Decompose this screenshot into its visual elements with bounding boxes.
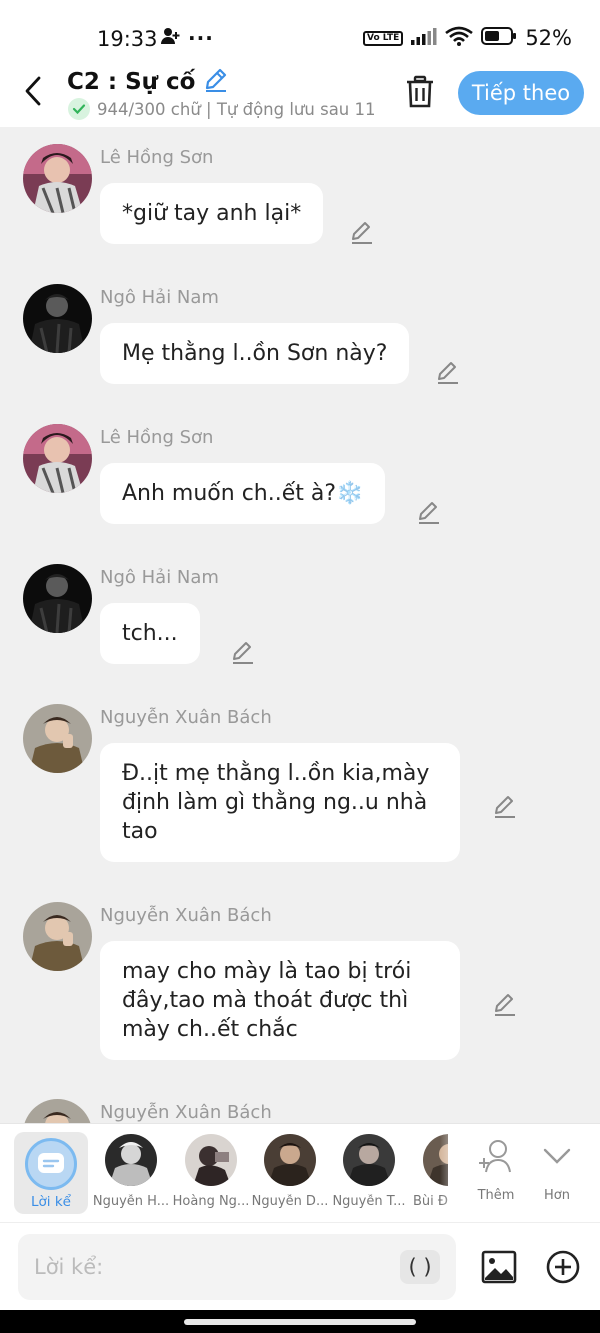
message-bubble[interactable]: Đ..ịt mẹ thằng l..ồn kia,mày định làm gì… <box>100 743 460 862</box>
avatar <box>264 1134 316 1186</box>
signal-icon <box>411 27 437 49</box>
message-bubble[interactable]: *giữ tay anh lại* <box>100 183 324 244</box>
character-item[interactable]: Hoàng Ng... <box>172 1134 250 1209</box>
battery-icon <box>481 27 517 49</box>
narration-icon <box>25 1138 77 1190</box>
avatar[interactable] <box>23 144 92 213</box>
character-name: Nguyễn D... <box>251 1194 329 1209</box>
status-notification-icons: ··· <box>160 26 214 50</box>
sender-name: Ngô Hải Nam <box>100 567 219 588</box>
sender-name: Nguyễn Xuân Bách <box>100 707 272 728</box>
chevron-down-icon <box>543 1148 571 1164</box>
parentheses-button[interactable]: ( ) <box>400 1250 440 1284</box>
composer: Lời kể: ( ) <box>0 1222 600 1310</box>
character-name: Nguyễn H... <box>92 1194 170 1209</box>
avatar[interactable] <box>23 564 92 633</box>
image-icon <box>481 1250 517 1284</box>
more-notifications-icon: ··· <box>188 26 214 50</box>
edit-message-icon[interactable] <box>416 499 442 525</box>
edit-message-icon[interactable] <box>492 991 518 1017</box>
sender-name: Lê Hồng Sơn <box>100 427 214 448</box>
autosave-status: 944/300 chữ | Tự động lưu sau 11 <box>68 98 376 120</box>
sender-name: Ngô Hải Nam <box>100 287 219 308</box>
story-title: C2 : Sự cố <box>67 69 196 95</box>
edit-message-icon[interactable] <box>435 359 461 385</box>
avatar <box>105 1134 157 1186</box>
delete-button[interactable] <box>404 75 436 109</box>
edit-message-icon[interactable] <box>230 639 256 665</box>
add-button[interactable] <box>545 1249 581 1285</box>
narrator-label: Lời kể <box>31 1194 71 1210</box>
character-item[interactable]: Nguyễn D... <box>251 1134 329 1209</box>
avatar[interactable] <box>23 424 92 493</box>
add-character-button[interactable]: Thêm <box>466 1138 526 1203</box>
more-label: Hơn <box>544 1188 570 1203</box>
sender-name: Nguyễn Xuân Bách <box>100 905 272 926</box>
character-name: Hoàng Ng... <box>172 1194 250 1209</box>
story-title-row[interactable]: C2 : Sự cố <box>67 66 229 98</box>
avatar[interactable] <box>23 704 92 773</box>
character-selector: Lời kể Nguyễn H... Hoàng Ng... Nguyễn D.… <box>0 1123 600 1223</box>
plus-circle-icon <box>546 1250 580 1284</box>
check-icon <box>68 98 90 120</box>
avatar <box>343 1134 395 1186</box>
add-person-icon <box>479 1140 511 1173</box>
sender-name: Nguyễn Xuân Bách <box>100 1102 272 1123</box>
system-nav-bar <box>0 1310 600 1333</box>
message-bubble[interactable]: Mẹ thằng l..ồn Sơn này? <box>100 323 410 384</box>
person-add-icon <box>160 26 180 50</box>
character-item[interactable]: Nguyễn T... <box>330 1134 408 1209</box>
message-bubble[interactable]: tch... <box>100 603 200 664</box>
volte-badge: Vo LTE <box>362 30 404 46</box>
next-button[interactable]: Tiếp theo <box>458 71 584 115</box>
character-item[interactable]: Nguyễn H... <box>92 1134 170 1209</box>
wifi-icon <box>445 26 474 50</box>
avatar[interactable] <box>23 284 92 353</box>
message-bubble[interactable]: Anh muốn ch..ết à?❄️ <box>100 463 386 524</box>
battery-percent: 52% <box>525 26 572 50</box>
avatar[interactable] <box>23 902 92 971</box>
status-right: Vo LTE 52% <box>362 26 572 50</box>
header: 19:33 ··· Vo LTE 52% C2 : Sự cố 944/300 … <box>0 0 600 127</box>
add-label: Thêm <box>477 1188 515 1203</box>
sender-name: Lê Hồng Sơn <box>100 147 214 168</box>
narration-input[interactable]: Lời kể: <box>18 1234 456 1300</box>
message-bubble[interactable]: may cho mày là tao bị trói đây,tao mà th… <box>100 941 460 1060</box>
chevron-left-icon <box>25 76 41 106</box>
status-time: 19:33 <box>97 27 158 51</box>
edit-message-icon[interactable] <box>492 793 518 819</box>
back-button[interactable] <box>20 74 50 108</box>
edit-title-icon[interactable] <box>203 66 229 98</box>
home-indicator[interactable] <box>184 1319 416 1325</box>
character-name: Nguyễn T... <box>332 1194 406 1209</box>
autosave-text: 944/300 chữ | Tự động lưu sau 11 <box>97 99 376 119</box>
insert-image-button[interactable] <box>481 1249 517 1285</box>
avatar[interactable] <box>23 1099 92 1123</box>
more-button[interactable]: Hơn <box>527 1138 587 1203</box>
chat-list[interactable]: Lê Hồng Sơn *giữ tay anh lại* Ngô Hải Na… <box>0 127 600 1123</box>
trash-icon <box>407 75 433 108</box>
edit-message-icon[interactable] <box>349 219 375 245</box>
narrator-button[interactable]: Lời kể <box>14 1132 88 1214</box>
avatar <box>185 1134 237 1186</box>
